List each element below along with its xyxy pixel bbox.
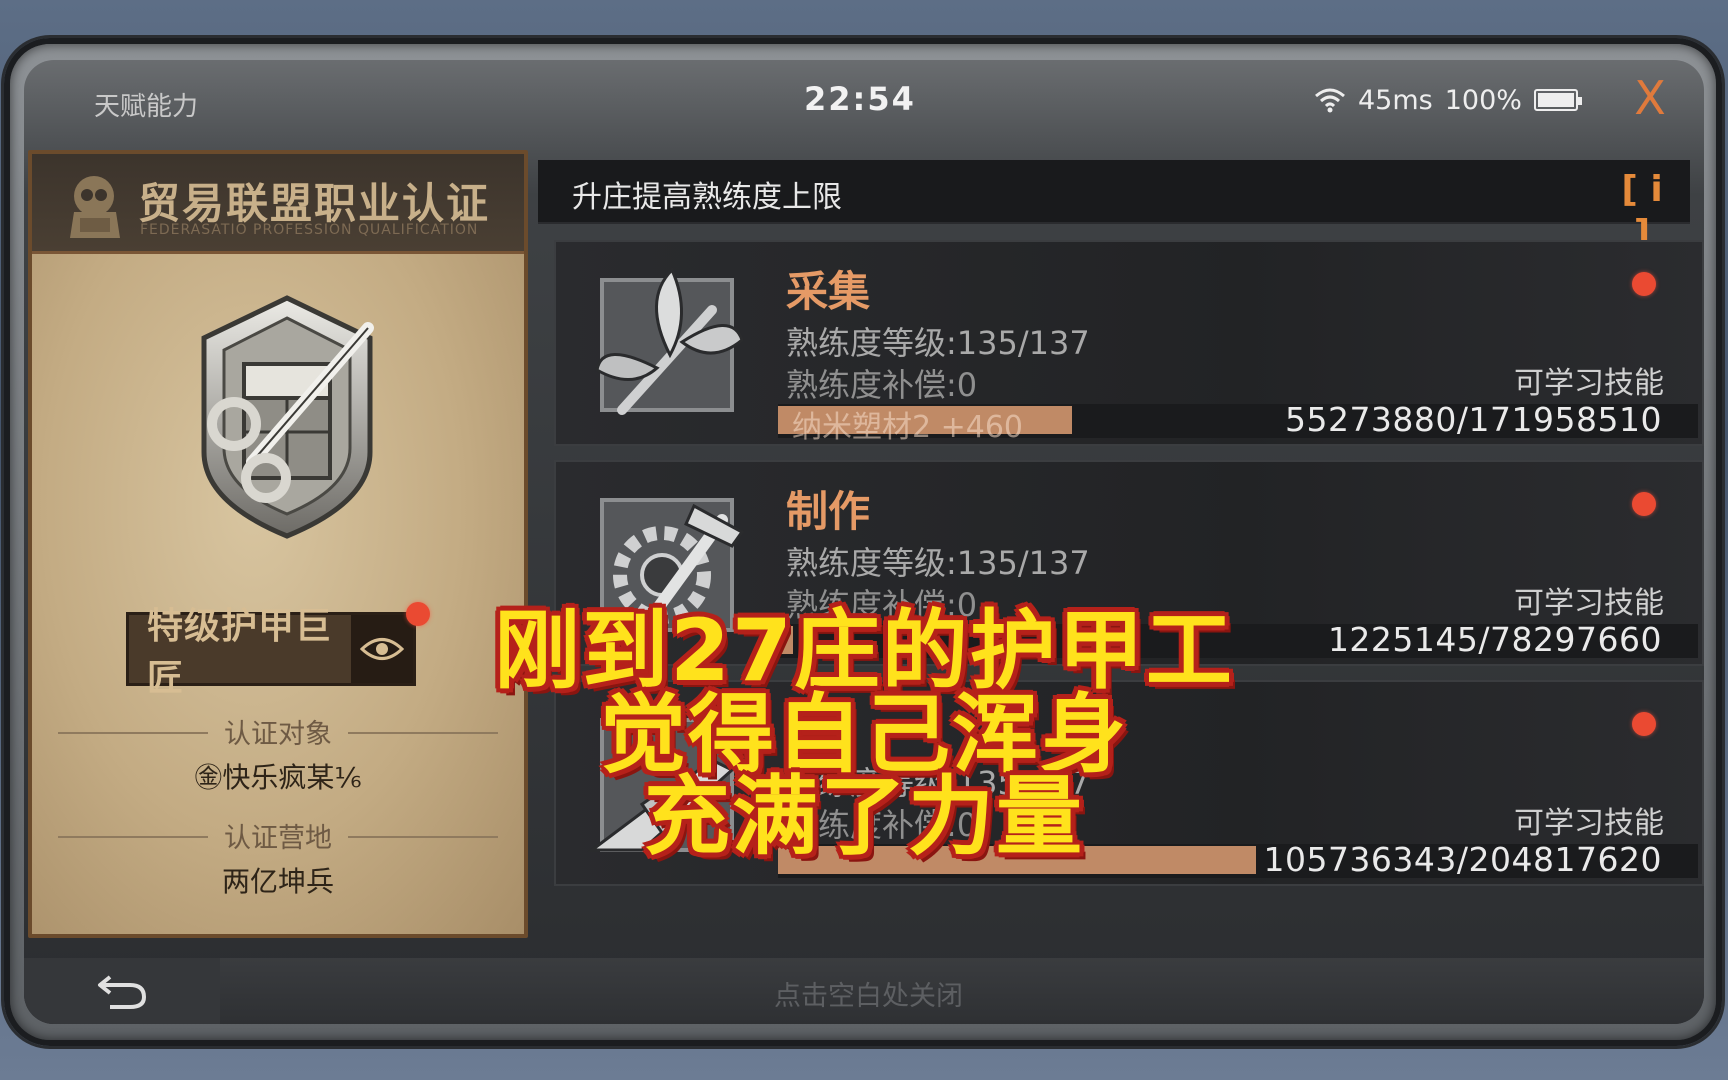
camp-value: 两亿坤兵 [221, 865, 334, 898]
notification-dot [1632, 272, 1656, 296]
skills-header-title: 升庄提高熟练度上限 [572, 180, 842, 215]
craft-hammer-icon [600, 498, 745, 636]
skill-level: 熟练度等级:135/137 [786, 544, 1090, 582]
rank-title: 特级护甲巨匠 [147, 606, 333, 699]
close-hint[interactable]: 点击空白处关闭 [774, 974, 963, 1013]
skill-compensation: 熟练度补偿:0 [786, 366, 978, 404]
skill-card-craft[interactable]: 制作 熟练度等级:135/137 熟练度补偿:0 可学习技能 1225145/7… [554, 460, 1704, 666]
skill-name: 制作 [786, 487, 871, 536]
rank-notification-dot [406, 602, 430, 626]
gather-leaf-icon [595, 267, 744, 415]
camp-label: 认证营地 [58, 816, 498, 855]
progress-fill [778, 626, 793, 654]
battery-percent: 100% [1444, 84, 1522, 116]
view-button[interactable] [351, 615, 413, 683]
back-arrow-icon [98, 975, 147, 1009]
status-indicators: 45ms 100% [1314, 80, 1582, 120]
bottom-bar: 点击空白处关闭 [24, 958, 1704, 1024]
eye-icon [360, 638, 404, 660]
learnable-skills-label: 可学习技能 [1514, 806, 1664, 841]
armor-craft-emblem-icon [201, 295, 374, 539]
window-title: 天赋能力 [94, 92, 199, 122]
rank-badge[interactable]: 特级护甲巨匠 [126, 606, 416, 699]
learnable-skills-label: 可学习技能 [1514, 366, 1664, 401]
skill-name: 采集 [786, 267, 871, 316]
info-button[interactable]: [ i ] [1614, 168, 1670, 254]
clock: 22:54 [804, 80, 916, 118]
progress-text: 105736343/204817620 [1263, 840, 1662, 879]
battery-icon [1533, 89, 1582, 111]
skill-compensation: 熟练度补偿:0 [786, 806, 978, 844]
learnable-skills-label: 可学习技能 [1514, 586, 1664, 621]
certificate-panel: 贸易联盟职业认证 FEDERASATIO PROFESSION QUALIFIC… [28, 150, 528, 938]
ping-readout: 45ms [1358, 84, 1433, 116]
skill-card-combat[interactable]: 熟练度等级:135/137 熟练度补偿:0 可学习技能 105736343/20… [554, 680, 1704, 886]
skill-card-gather[interactable]: 采集 熟练度等级:135/137 熟练度补偿:0 可学习技能 纳米塑材2 +46… [554, 240, 1704, 446]
certificate-subtitle: FEDERASATIO PROFESSION QUALIFICATION [140, 222, 479, 238]
notification-dot [1632, 712, 1656, 736]
wifi-icon [1315, 88, 1345, 113]
device-frame: 天赋能力 22:54 45ms 100% X 贸易联盟职业认证 FEDERASA… [4, 38, 1722, 1046]
game-screen: 天赋能力 22:54 45ms 100% X 贸易联盟职业认证 FEDERASA… [24, 60, 1704, 1024]
back-button[interactable] [24, 958, 220, 1024]
skill-level: 熟练度等级:135/137 [786, 324, 1090, 362]
progress-text: 1225145/78297660 [1327, 620, 1662, 659]
skill-level: 熟练度等级:135/137 [786, 764, 1090, 802]
mascot-logo-icon [70, 176, 120, 238]
certificate-header: 贸易联盟职业认证 FEDERASATIO PROFESSION QUALIFIC… [32, 154, 524, 254]
target-value: ㊎快乐疯某⅙ [194, 761, 362, 794]
floating-gain-text: 纳米塑材2 +460 [792, 410, 1024, 445]
notification-dot [1632, 492, 1656, 516]
combat-gun-icon [587, 718, 735, 852]
progress-text: 55273880/171958510 [1284, 400, 1662, 439]
skills-header: 升庄提高熟练度上限 [ i ] [538, 160, 1690, 254]
skill-compensation: 熟练度补偿:0 [786, 586, 978, 624]
close-button[interactable]: X [1622, 70, 1678, 126]
progress-fill [778, 846, 1257, 874]
target-label: 认证对象 [58, 712, 498, 751]
